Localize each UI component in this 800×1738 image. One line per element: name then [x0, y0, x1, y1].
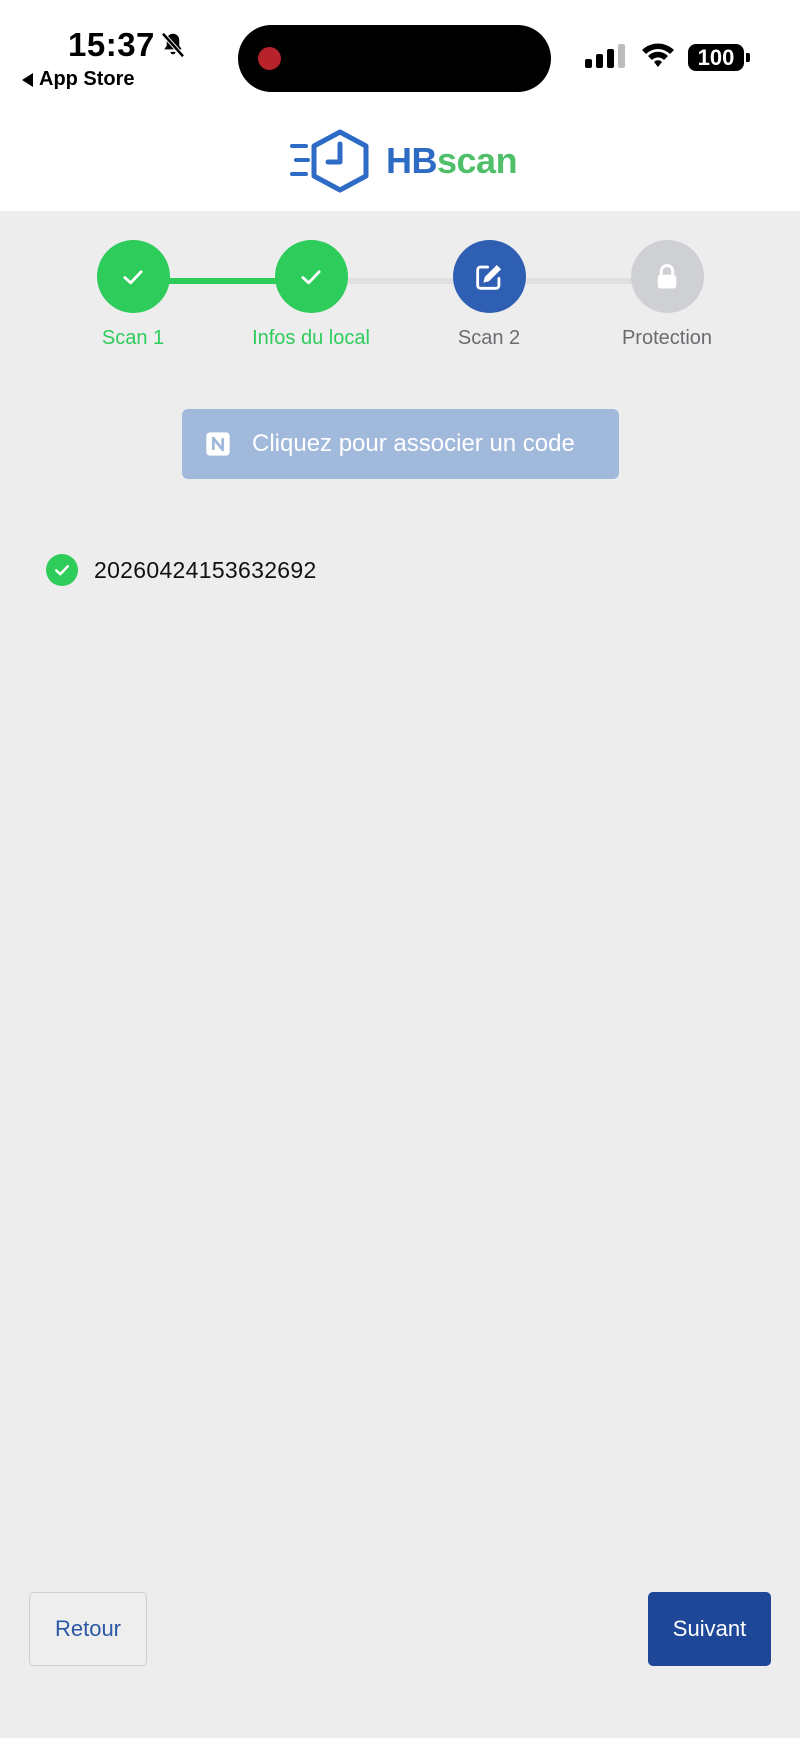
app-header: HBscan [0, 110, 800, 211]
status-bar: 15:37 App Store 100 [0, 0, 800, 110]
wifi-icon [642, 43, 674, 67]
back-button[interactable]: Retour [29, 1592, 147, 1666]
step-circle [96, 240, 170, 313]
bell-slash-icon [161, 32, 185, 58]
check-circle-icon [46, 554, 78, 586]
step-protection: Protection [577, 240, 757, 350]
battery-icon: 100 [688, 44, 750, 71]
check-icon [123, 269, 143, 284]
step-scan-2: Scan 2 [399, 240, 579, 350]
scanned-code-item: 20260424153632692 [46, 554, 317, 586]
step-label: Infos du local [252, 327, 370, 349]
signal-icon [585, 44, 625, 68]
lock-icon [657, 263, 677, 289]
back-triangle-icon [22, 72, 33, 87]
step-circle [630, 240, 704, 313]
edit-icon [476, 264, 502, 290]
back-app-label: App Store [39, 68, 135, 90]
step-infos-du-local: Infos du local [221, 240, 401, 350]
progress-stepper: Scan 1 Infos du local Scan 2 Protection [0, 240, 800, 350]
hexagon-clock-icon [290, 129, 369, 193]
recording-indicator [258, 47, 281, 70]
step-label: Protection [621, 327, 713, 349]
scanned-code-value: 20260424153632692 [94, 556, 317, 583]
back-to-app-store[interactable]: App Store [22, 68, 135, 91]
step-circle [452, 240, 526, 313]
step-circle [274, 240, 348, 313]
step-scan-1: Scan 1 [43, 240, 223, 350]
dynamic-island [238, 25, 551, 92]
associate-code-button[interactable]: Cliquez pour associer un code [182, 409, 619, 479]
status-time: 15:37 [68, 26, 155, 63]
associate-code-label: Cliquez pour associer un code [252, 430, 575, 457]
step-label: Scan 2 [457, 327, 521, 349]
step-label: Scan 1 [101, 327, 165, 349]
hbscan-logo: HBscan [290, 126, 518, 196]
next-button[interactable]: Suivant [648, 1592, 771, 1666]
logo-hb: HB [386, 140, 438, 181]
nfc-icon [206, 432, 230, 456]
check-icon [301, 269, 321, 284]
logo-scan: scan [437, 140, 518, 181]
